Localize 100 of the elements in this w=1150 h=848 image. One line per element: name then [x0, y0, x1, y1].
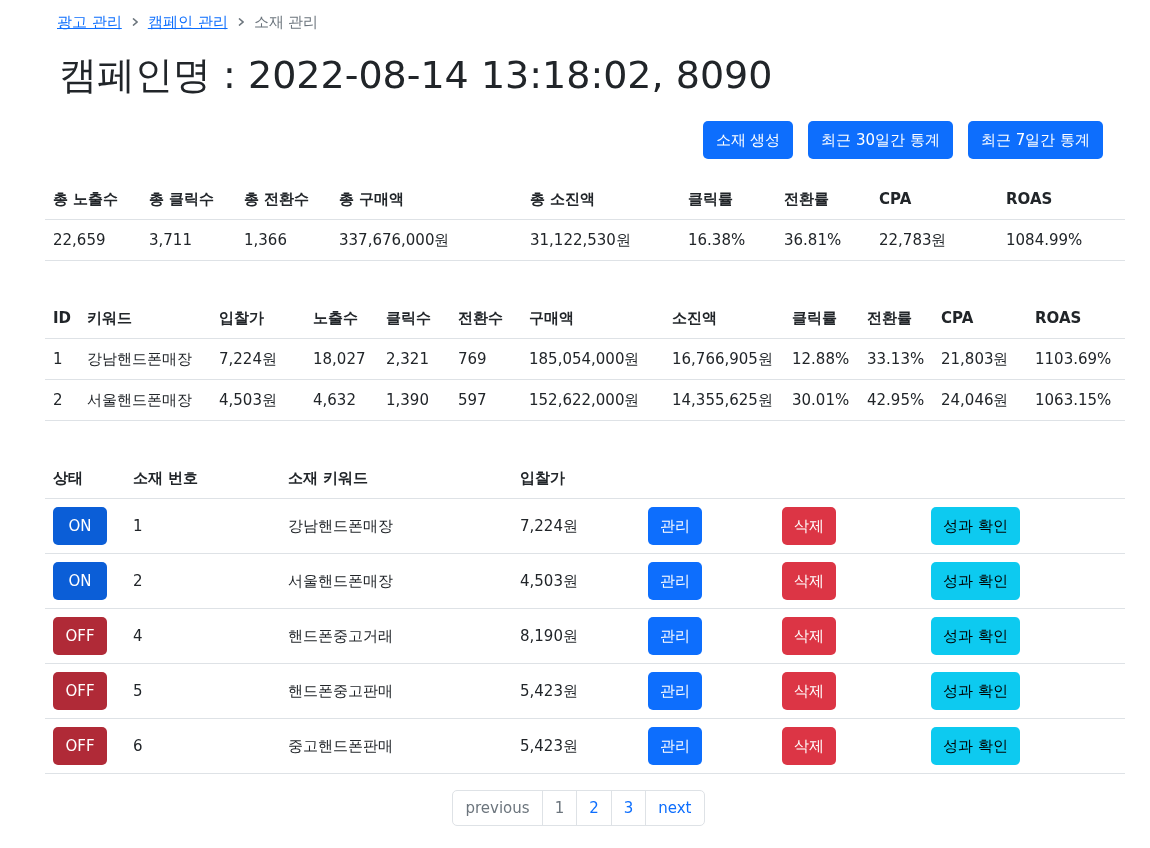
table-cell: 1: [45, 338, 79, 380]
table-cell: 14,355,625원: [664, 379, 784, 421]
status-toggle[interactable]: ON: [53, 507, 107, 545]
stats-button[interactable]: 성과 확인: [931, 507, 1020, 545]
next-page-link[interactable]: next: [645, 790, 705, 826]
table-cell: 1,366: [236, 219, 331, 261]
column-header: 구매액: [521, 298, 664, 339]
table-cell: 6: [125, 718, 280, 774]
table-cell: 2: [45, 379, 79, 421]
manage-button[interactable]: 관리: [648, 562, 702, 600]
table-cell: 31,122,530원: [522, 219, 680, 261]
table-cell: 4,632: [305, 379, 378, 421]
table-cell: 4,503원: [211, 379, 305, 421]
chevron-right-icon: [131, 18, 138, 26]
table-cell: 2: [125, 553, 280, 609]
delete-button[interactable]: 삭제: [782, 507, 836, 545]
table-cell: 2,321: [378, 338, 450, 380]
stats-button[interactable]: 성과 확인: [931, 562, 1020, 600]
column-header: ROAS: [1027, 298, 1125, 339]
table-cell: 21,803원: [933, 338, 1027, 380]
table-cell: 7,224원: [512, 498, 640, 554]
table-cell: 769: [450, 338, 521, 380]
table-cell: 강남핸드폰매장: [79, 338, 211, 380]
table-cell: 1063.15%: [1027, 379, 1125, 421]
table-cell: 8,190원: [512, 608, 640, 664]
column-header: 클릭률: [680, 179, 776, 220]
column-header: 총 클릭수: [141, 179, 236, 220]
table-cell: 22,783원: [871, 219, 998, 261]
stats-button[interactable]: 성과 확인: [931, 672, 1020, 710]
column-header: 소재 번호: [125, 458, 280, 499]
table-cell: 5: [125, 663, 280, 719]
table-cell: 4: [125, 608, 280, 664]
column-header: 전환률: [859, 298, 933, 339]
stats-button[interactable]: 성과 확인: [931, 617, 1020, 655]
breadcrumb-current: 소재 관리: [253, 12, 319, 32]
delete-button[interactable]: 삭제: [782, 727, 836, 765]
column-header: CPA: [871, 179, 998, 220]
delete-button[interactable]: 삭제: [782, 617, 836, 655]
table-cell: 4,503원: [512, 553, 640, 609]
column-header: 클릭수: [378, 298, 450, 339]
table-cell: 152,622,000원: [521, 379, 664, 421]
manage-button[interactable]: 관리: [648, 507, 702, 545]
breadcrumb-link[interactable]: 캠페인 관리: [147, 12, 228, 32]
delete-button[interactable]: 삭제: [782, 672, 836, 710]
column-header: 키워드: [79, 298, 211, 339]
status-toggle[interactable]: OFF: [53, 617, 107, 655]
delete-button[interactable]: 삭제: [782, 562, 836, 600]
table-cell: 중고핸드폰판매: [280, 718, 512, 774]
table-cell: 597: [450, 379, 521, 421]
table-cell: 핸드폰중고판매: [280, 663, 512, 719]
table-cell: 핸드폰중고거래: [280, 608, 512, 664]
manage-button[interactable]: 관리: [648, 727, 702, 765]
column-header: 노출수: [305, 298, 378, 339]
column-header: 전환률: [776, 179, 871, 220]
column-header: 전환수: [450, 298, 521, 339]
column-header: 소진액: [664, 298, 784, 339]
stats-button[interactable]: 성과 확인: [931, 727, 1020, 765]
action-button[interactable]: 소재 생성: [702, 121, 794, 159]
status-toggle[interactable]: ON: [53, 562, 107, 600]
table-cell: 7,224원: [211, 338, 305, 380]
column-header: 상태: [45, 458, 125, 499]
breadcrumb-link[interactable]: 광고 관리: [57, 12, 122, 32]
column-header: 총 소진액: [522, 179, 680, 220]
table-cell: 22,659: [45, 219, 141, 261]
column-header: ROAS: [998, 179, 1125, 220]
status-toggle[interactable]: OFF: [53, 727, 107, 765]
table-cell: 33.13%: [859, 338, 933, 380]
column-header: 입찰가: [512, 458, 640, 499]
table-cell: 5,423원: [512, 718, 640, 774]
action-button[interactable]: 최근 7일간 통계: [967, 121, 1103, 159]
table-cell: 5,423원: [512, 663, 640, 719]
table-cell: 1: [125, 498, 280, 554]
table-cell: 337,676,000원: [331, 219, 522, 261]
page-link[interactable]: 3: [610, 790, 647, 826]
table-cell: 1084.99%: [998, 219, 1125, 261]
table-cell: 16.38%: [680, 219, 776, 261]
page-title: 캠페인명 : 2022-08-14 13:18:02, 8090: [59, 52, 774, 99]
page-link[interactable]: 2: [576, 790, 612, 826]
table-cell: 서울핸드폰매장: [280, 553, 512, 609]
table-cell: 42.95%: [859, 379, 933, 421]
page-link[interactable]: 1: [541, 790, 578, 826]
action-button[interactable]: 최근 30일간 통계: [808, 121, 953, 159]
table-cell: 18,027: [305, 338, 378, 380]
column-header: 입찰가: [211, 298, 305, 339]
column-header: 총 전환수: [236, 179, 331, 220]
column-header: 총 구매액: [331, 179, 522, 220]
manage-button[interactable]: 관리: [648, 672, 702, 710]
table-cell: 1,390: [378, 379, 450, 421]
column-header: CPA: [933, 298, 1027, 339]
table-cell: 16,766,905원: [664, 338, 784, 380]
table-cell: 36.81%: [776, 219, 871, 261]
table-cell: 12.88%: [784, 338, 859, 380]
column-header: 소재 키워드: [280, 458, 512, 499]
table-cell: 1103.69%: [1027, 338, 1125, 380]
column-header: 클릭률: [784, 298, 859, 339]
chevron-right-icon: [237, 18, 244, 26]
table-cell: 185,054,000원: [521, 338, 664, 380]
column-header: ID: [45, 298, 79, 339]
manage-button[interactable]: 관리: [648, 617, 702, 655]
status-toggle[interactable]: OFF: [53, 672, 107, 710]
